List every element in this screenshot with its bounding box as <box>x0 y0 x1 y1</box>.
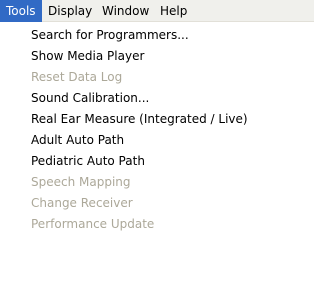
menu-item-sound-calibration[interactable]: Sound Calibration... <box>31 88 149 109</box>
menu-item-search-for-programmers[interactable]: Search for Programmers... <box>31 25 189 46</box>
menu-window[interactable]: Window <box>96 0 155 22</box>
menu-bar: Tools Display Window Help <box>0 0 314 22</box>
menu-item-pediatric-auto-path[interactable]: Pediatric Auto Path <box>31 151 145 172</box>
tools-dropdown-menu: Search for Programmers... Show Media Pla… <box>0 22 314 297</box>
menu-display[interactable]: Display <box>42 0 98 22</box>
menu-item-show-media-player[interactable]: Show Media Player <box>31 46 144 67</box>
menu-item-real-ear-measure[interactable]: Real Ear Measure (Integrated / Live) <box>31 109 248 130</box>
menu-item-adult-auto-path[interactable]: Adult Auto Path <box>31 130 124 151</box>
menu-item-change-receiver: Change Receiver <box>31 196 133 210</box>
menu-help[interactable]: Help <box>154 0 193 22</box>
menu-item-speech-mapping: Speech Mapping <box>31 175 131 189</box>
menu-item-reset-data-log: Reset Data Log <box>31 70 123 84</box>
menu-tools[interactable]: Tools <box>0 0 42 22</box>
menu-item-performance-update: Performance Update <box>31 217 155 231</box>
